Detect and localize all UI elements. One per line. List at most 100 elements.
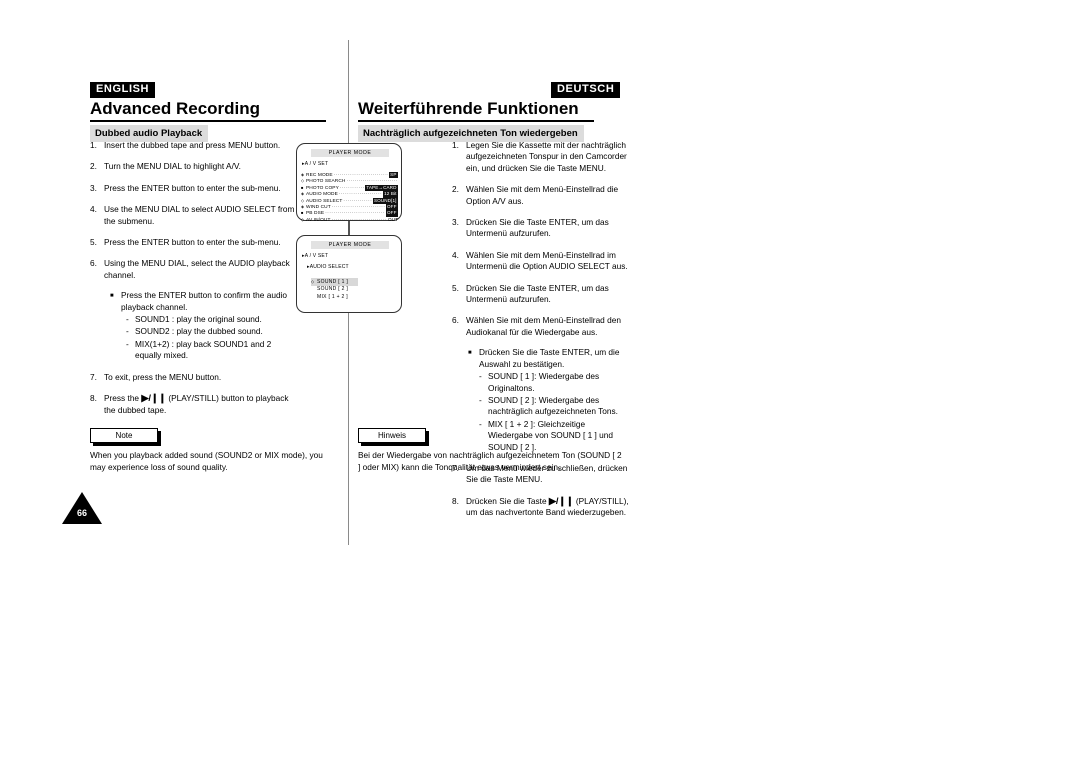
step-body: Use the MENU DIAL to select AUDIO SELECT…	[104, 204, 298, 227]
instruction-step: 8. Drücken Sie die Taste ▶/❙❙ (PLAY/STILL…	[452, 496, 632, 519]
lcd-audio-option[interactable]: ◇ SOUND [ 1 ]	[311, 278, 359, 287]
dash-bullet-icon: -	[126, 314, 129, 325]
lcd-submenu-title: ▸AUDIO SELECT	[307, 264, 349, 270]
step-number: 5.	[452, 282, 459, 293]
step-text: Turn the MENU DIAL to highlight A/V.	[104, 161, 241, 172]
step-body: Wählen Sie mit dem Menü-Einstellrad den …	[466, 315, 632, 452]
step-number: 3.	[90, 182, 97, 193]
step-number: 8.	[452, 495, 459, 506]
step-sub-item-text: SOUND [ 1 ]: Wiedergabe des Originaltons…	[488, 371, 600, 393]
step-number: 4.	[90, 204, 97, 215]
step-number: 1.	[90, 140, 97, 150]
step-body: Insert the dubbed tape and press MENU bu…	[104, 140, 298, 151]
step-body: Press the ENTER button to enter the sub-…	[104, 237, 298, 248]
lcd-title-2: PLAYER MODE	[311, 241, 389, 249]
step-text: Drücken Sie die Taste	[466, 495, 549, 506]
lcd-menu-item[interactable]: ◇AV IN/OUT······························…	[301, 217, 398, 223]
language-badge-english: ENGLISH	[90, 82, 156, 98]
step-text: Wählen Sie mit dem Menü-Einstellrad die …	[466, 184, 619, 206]
step-text: Press the ENTER button to enter the sub-…	[104, 237, 281, 248]
lcd-submenu-title-label: AUDIO SELECT	[309, 264, 349, 270]
step-sub-item: - SOUND [ 2 ]: Wiedergabe des nachträglic…	[479, 395, 632, 418]
play-still-icon: ▶/❙❙	[548, 495, 574, 507]
leader-dots: ········································…	[331, 216, 387, 222]
lcd-menu-item-value: OUT	[388, 216, 398, 222]
lcd-audio-select-options: ◇ SOUND [ 1 ] SOUND [ 2 ] MIX [ 1 + 2 ]	[311, 278, 359, 301]
note-text-deutsch: Bei der Wiedergabe von nachträglich aufg…	[358, 450, 622, 472]
lcd-audio-option[interactable]: MIX [ 1 + 2 ]	[311, 294, 358, 301]
instruction-step: 7. To exit, press the MENU button.	[90, 372, 298, 383]
step-number: 5.	[90, 237, 97, 248]
square-bullet-icon: ■	[468, 350, 472, 357]
step-text: Wählen Sie mit dem Menü-Einstellrad den …	[466, 315, 621, 337]
step-number: 4.	[452, 249, 459, 260]
instruction-step: 8. Press the ▶/❙❙ (PLAY/STILL) button to …	[90, 393, 298, 416]
lcd-breadcrumb-1: ▸A / V SET	[302, 161, 329, 167]
step-sub-item-text: MIX(1+2) : play back SOUND1 and 2 equall…	[135, 338, 272, 361]
step-body: To exit, press the MENU button.	[104, 372, 298, 383]
step-sub-item-text: MIX [ 1 + 2 ]: Gleichzeitige Wiedergabe …	[488, 418, 613, 452]
step-number: 6.	[90, 258, 97, 269]
lcd-audio-option-label: SOUND [ 2 ]	[317, 286, 349, 293]
dash-bullet-icon: -	[479, 371, 482, 382]
manual-page: ENGLISH Advanced Recording DEUTSCH Weite…	[0, 0, 1080, 763]
step-text: To exit, press the MENU button.	[104, 371, 222, 382]
lcd-breadcrumb-2: ▸A / V SET	[302, 253, 329, 259]
step-sub-item-text: SOUND [ 2 ]: Wiedergabe des nachträglich…	[488, 394, 618, 417]
lcd-breadcrumb-2-label: A / V SET	[304, 253, 329, 259]
dash-bullet-icon: -	[126, 338, 129, 349]
lcd-audio-option[interactable]: SOUND [ 2 ]	[311, 286, 358, 293]
step-number: 6.	[452, 315, 459, 326]
step-sub-item: - MIX [ 1 + 2 ]: Gleichzeitige Wiedergabe…	[479, 419, 632, 453]
step-number: 2.	[90, 161, 97, 172]
step-sub-item: - SOUND [ 1 ]: Wiedergabe des Originalton…	[479, 371, 632, 394]
step-body: Wählen Sie mit dem Menü-Einstellrad die …	[466, 184, 632, 207]
instruction-step: 6. Wählen Sie mit dem Menü-Einstellrad de…	[452, 315, 632, 452]
note-label-deutsch: Hinweis	[358, 428, 426, 443]
chapter-title-english: Advanced Recording	[90, 99, 261, 118]
play-still-icon: ▶/❙❙	[141, 393, 167, 405]
language-badge-deutsch: DEUTSCH	[551, 82, 621, 98]
step-body: Legen Sie die Kassette mit der nachträgl…	[466, 140, 632, 174]
lcd-title-1: PLAYER MODE	[311, 149, 389, 157]
step-number: 7.	[90, 371, 97, 382]
note-text-english: When you playback added sound (SOUND2 or…	[90, 450, 323, 472]
lcd-connector-line	[348, 221, 350, 235]
step-body: Turn the MENU DIAL to highlight A/V.	[104, 161, 298, 172]
step-text: Press the ENTER button to enter the sub-…	[104, 182, 281, 193]
instruction-step: 1. Legen Sie die Kassette mit der nachträ…	[452, 140, 632, 174]
step-sub-bullet-text: Drücken Sie die Taste ENTER, um die Ausw…	[479, 347, 620, 369]
step-number: 3.	[452, 217, 459, 228]
step-number: 8.	[90, 393, 97, 404]
lcd-screen-audio-select: PLAYER MODE ▸A / V SET ▸AUDIO SELECT ◇ SO…	[296, 235, 402, 313]
step-text: Drücken Sie die Taste ENTER, um das Unte…	[466, 282, 609, 305]
square-bullet-icon: ■	[110, 293, 114, 300]
lcd-menu-rows-1: ◈REC MODE·······························…	[301, 172, 398, 223]
title-rule-left	[90, 120, 326, 122]
instruction-step: 5. Drücken Sie die Taste ENTER, um das Un…	[452, 283, 632, 306]
step-body: Using the MENU DIAL, select the AUDIO pl…	[104, 258, 298, 361]
step-body: Drücken Sie die Taste ▶/❙❙ (PLAY/STILL),…	[466, 496, 632, 519]
instruction-step: 3. Drücken Sie die Taste ENTER, um das Un…	[452, 217, 632, 240]
note-label-english: Note	[90, 428, 158, 443]
page-number: 66	[62, 492, 102, 524]
dash-bullet-icon: -	[479, 418, 482, 429]
step-text: Legen Sie die Kassette mit der nachträgl…	[466, 140, 627, 173]
step-text: Press the	[104, 393, 142, 404]
step-sub-bullet-text: Press the ENTER button to confirm the au…	[121, 290, 288, 312]
instruction-list-english: 1. Insert the dubbed tape and press MENU …	[90, 140, 298, 426]
lcd-breadcrumb-1-label: A / V SET	[304, 161, 329, 167]
step-sub-item-text: SOUND1 : play the original sound.	[135, 314, 262, 325]
instruction-step: 4. Use the MENU DIAL to select AUDIO SELE…	[90, 204, 298, 227]
step-sub-item: - MIX(1+2) : play back SOUND1 and 2 equal…	[126, 339, 298, 362]
step-number: 2.	[452, 184, 459, 195]
step-text: Insert the dubbed tape and press MENU bu…	[104, 140, 281, 150]
step-text: Wählen Sie mit dem Menü-Einstellrad im U…	[466, 249, 628, 272]
dash-bullet-icon: -	[479, 394, 482, 405]
step-body: Drücken Sie die Taste ENTER, um das Unte…	[466, 283, 632, 306]
step-number: 1.	[452, 140, 459, 150]
chapter-title-deutsch: Weiterführende Funktionen	[358, 99, 579, 118]
step-text: Using the MENU DIAL, select the AUDIO pl…	[104, 258, 290, 280]
step-sub-bullet: ■ Press the ENTER button to confirm the a…	[110, 290, 298, 313]
instruction-step: 2. Turn the MENU DIAL to highlight A/V.	[90, 161, 298, 172]
